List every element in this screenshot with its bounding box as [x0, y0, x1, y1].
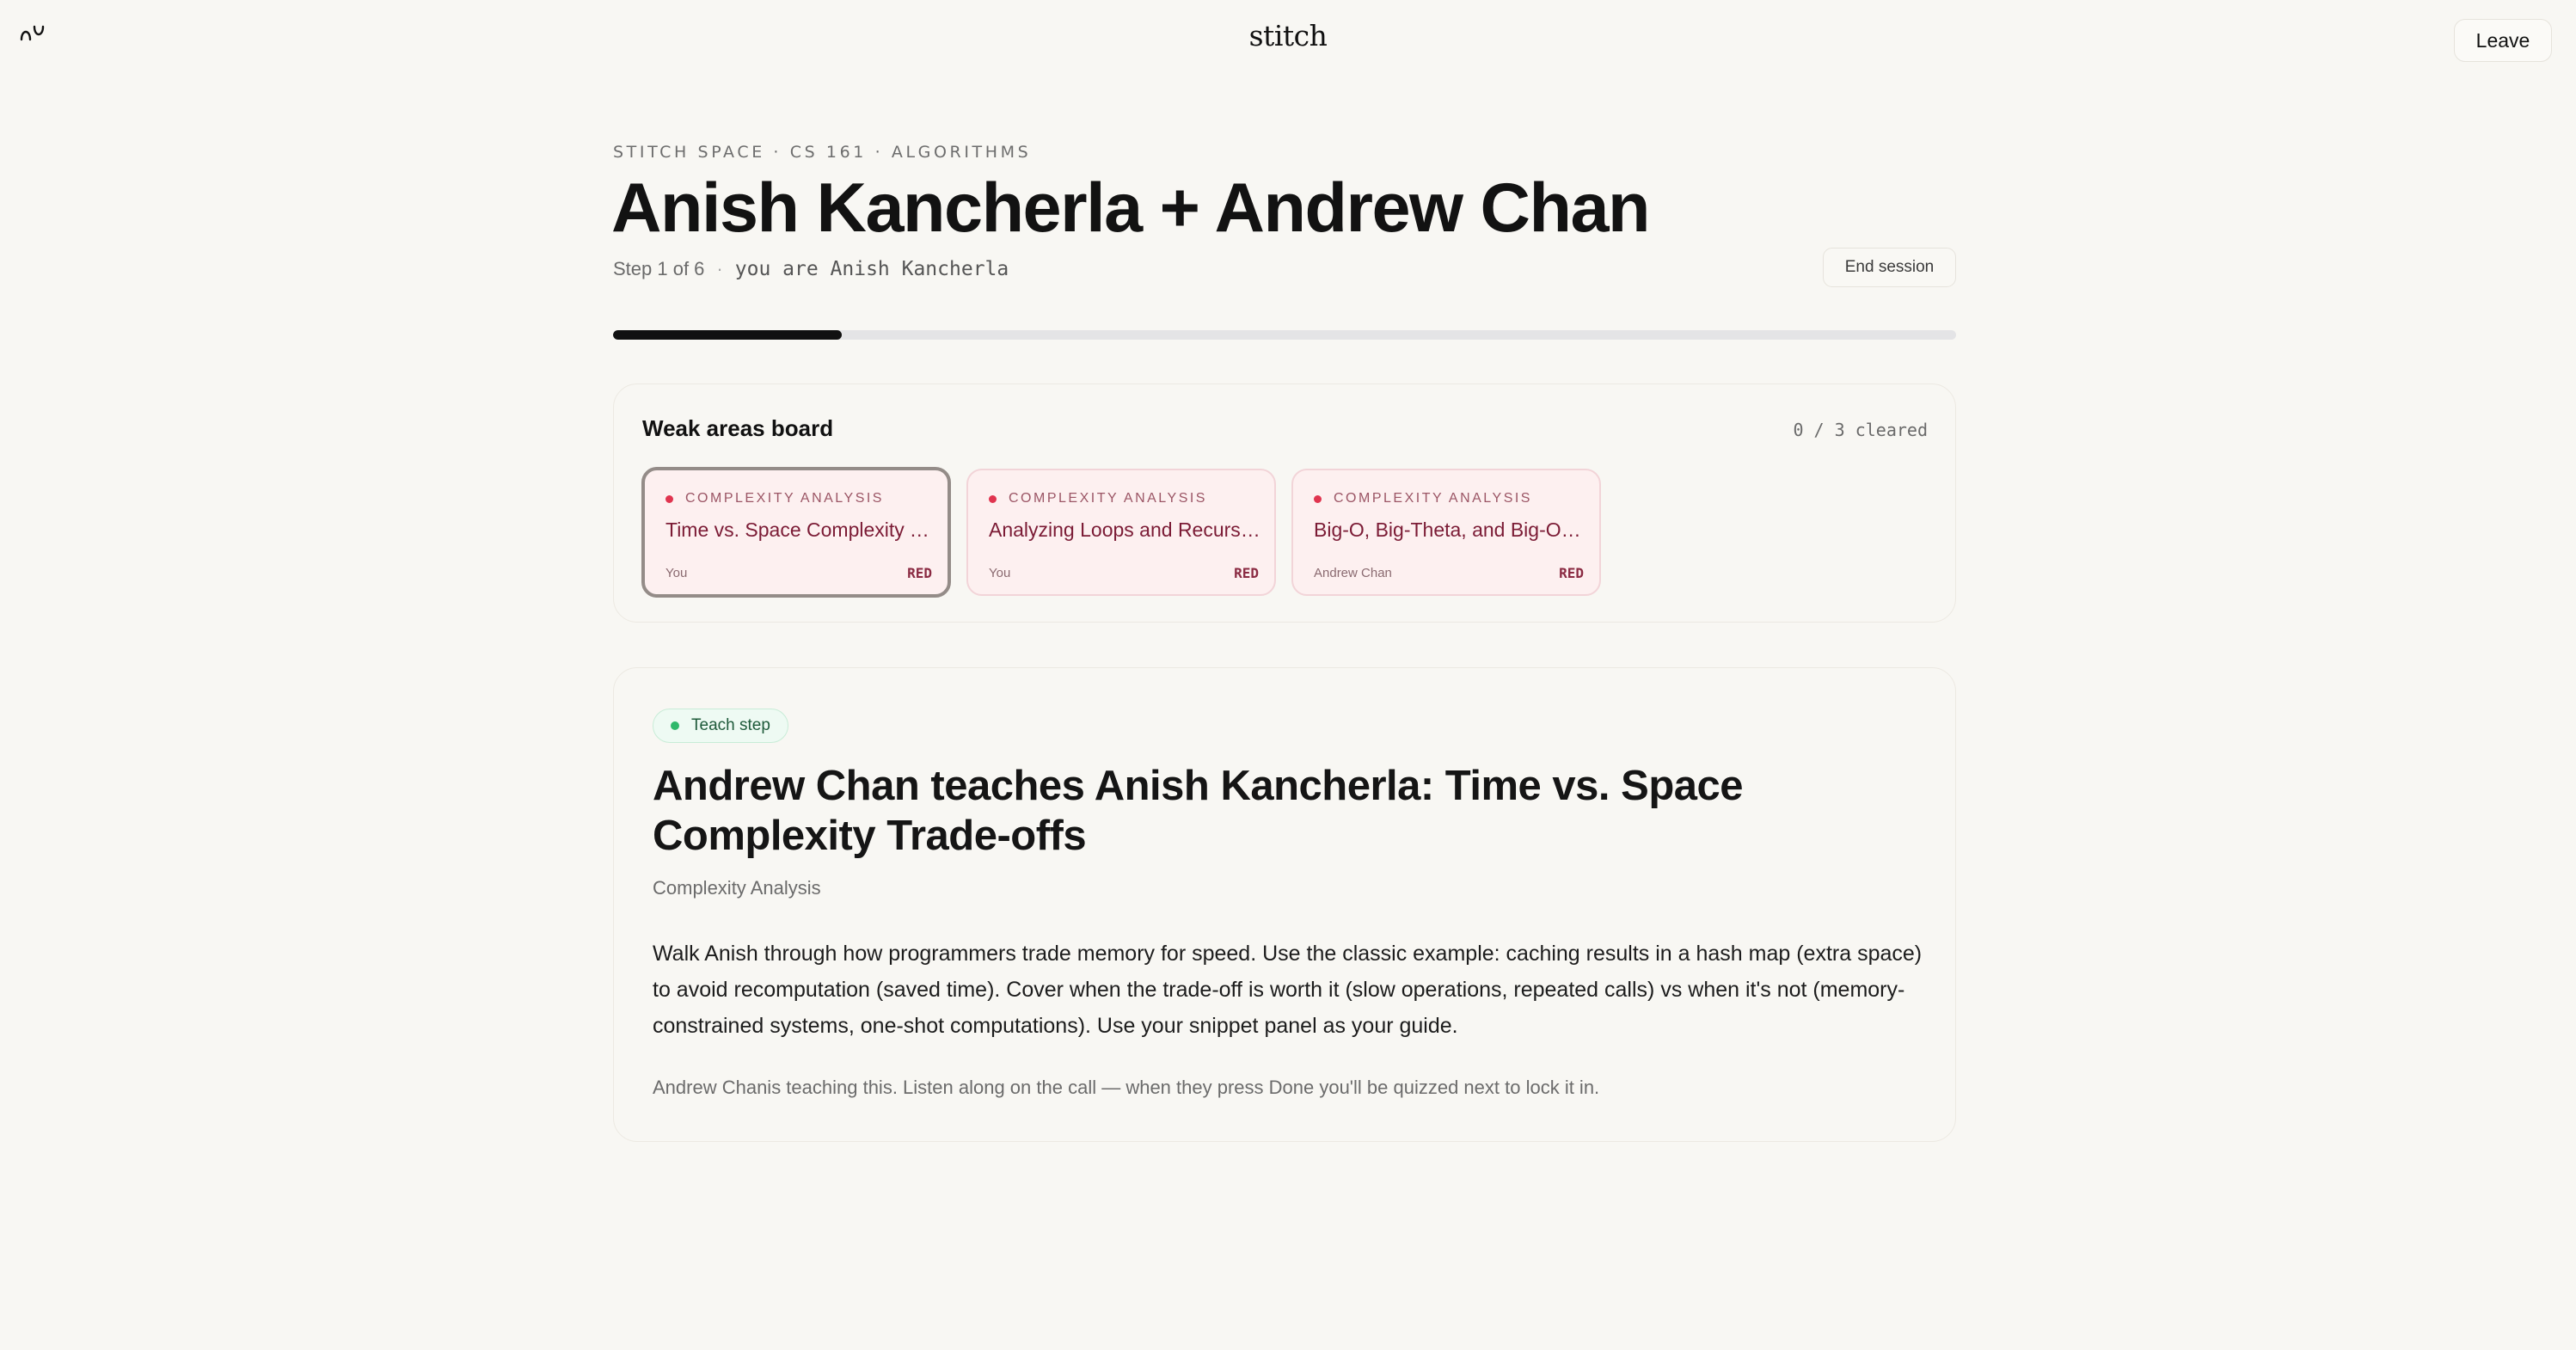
step-info: Step 1 of 6 · you are Anish Kancherla [613, 258, 1009, 280]
board-title: Weak areas board [642, 415, 834, 441]
card-title: Analyzing Loops and Recursiv... [989, 519, 1260, 541]
teach-topic: Complexity Analysis [653, 877, 821, 899]
separator: · [716, 258, 723, 279]
current-user-label: you are Anish Kancherla [734, 258, 1009, 280]
teach-note: Andrew Chanis teaching this. Listen alon… [653, 1077, 1600, 1098]
weak-area-card[interactable]: COMPLEXITY ANALYSIS Analyzing Loops and … [966, 469, 1276, 596]
progress-fill [613, 330, 842, 340]
card-status-badge: RED [1559, 565, 1584, 581]
teach-step-badge: Teach step [653, 709, 788, 743]
card-title: Time vs. Space Complexity Tr... [665, 519, 937, 541]
card-owner: Andrew Chan [1314, 566, 1392, 580]
teach-title: Andrew Chan teaches Anish Kancherla: Tim… [653, 763, 1744, 859]
card-category: COMPLEXITY ANALYSIS [1314, 491, 1532, 506]
status-dot-icon [989, 494, 997, 503]
card-category: COMPLEXITY ANALYSIS [665, 491, 884, 506]
card-category: COMPLEXITY ANALYSIS [989, 491, 1207, 506]
cleared-count: 0 / 3 cleared [1793, 420, 1928, 440]
breadcrumb: STITCH SPACE · CS 161 · ALGORITHMS [613, 143, 1032, 162]
status-dot-icon [671, 721, 679, 730]
card-title: Big-O, Big-Theta, and Big-Om... [1314, 519, 1585, 541]
weak-area-card[interactable]: COMPLEXITY ANALYSIS Time vs. Space Compl… [641, 467, 951, 598]
progress-bar [613, 330, 1956, 340]
step-counter: Step 1 of 6 [613, 258, 705, 279]
teach-instructions: Walk Anish through how programmers trade… [653, 942, 1923, 1038]
teach-step-panel: Teach step Andrew Chan teaches Anish Kan… [613, 667, 1956, 1142]
weak-areas-board: Weak areas board 0 / 3 cleared COMPLEXIT… [613, 384, 1956, 623]
weak-area-card[interactable]: COMPLEXITY ANALYSIS Big-O, Big-Theta, an… [1291, 469, 1601, 596]
card-status-badge: RED [907, 565, 932, 581]
status-dot-icon [665, 494, 673, 503]
status-dot-icon [1314, 494, 1322, 503]
card-owner: You [989, 566, 1011, 580]
stitch-session-page: stitch Leave STITCH SPACE · CS 161 · ALG… [0, 0, 2576, 1350]
end-session-button[interactable]: End session [1823, 248, 1956, 287]
card-owner: You [665, 566, 688, 580]
brand-wordmark: stitch [1248, 19, 1328, 52]
card-status-badge: RED [1234, 565, 1259, 581]
leave-button[interactable]: Leave [2454, 19, 2552, 62]
page-title: Anish Kancherla + Andrew Chan [611, 169, 1651, 247]
